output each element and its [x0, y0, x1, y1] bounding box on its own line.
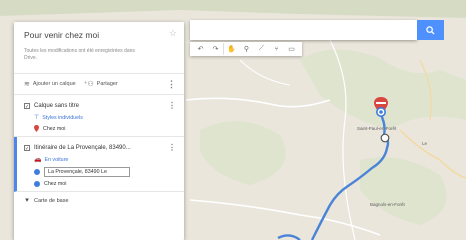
- add-marker-button[interactable]: ⚲: [239, 43, 254, 55]
- red-pin-icon: [34, 125, 39, 132]
- route-menu-icon[interactable]: ⋮: [168, 143, 176, 152]
- undo-button[interactable]: ↶: [193, 43, 208, 55]
- route-checkbox[interactable]: ✓: [24, 144, 30, 152]
- search-box: [190, 20, 417, 41]
- save-status: Toutes les modifications ont été enregis…: [24, 48, 135, 61]
- undo-icon: ↶: [197, 46, 204, 53]
- directions-icon: ⑂: [274, 45, 279, 53]
- search-button[interactable]: [417, 20, 444, 40]
- layer-style-link[interactable]: ⊤ Styles individuels: [34, 114, 176, 122]
- panel-actions: ≋ Ajouter un calque ⁺⚇ Partager ⋮: [14, 74, 184, 95]
- destination-label: Chez moi: [44, 181, 67, 187]
- map-label-saint-paul: Saint-Paul-en-Forêt: [357, 126, 397, 131]
- share-button[interactable]: ⁺⚇ Partager: [84, 80, 118, 88]
- travel-mode-link[interactable]: 🚗 En voiture: [34, 156, 176, 164]
- share-label: Partager: [96, 81, 118, 87]
- add-person-icon: ⁺⚇: [83, 81, 94, 88]
- paint-roller-icon: ⊤: [34, 115, 40, 121]
- place-label: Chez moi: [43, 125, 66, 132]
- route-start-marker-icon[interactable]: [376, 107, 386, 117]
- route-destination-row[interactable]: Chez moi: [34, 181, 176, 187]
- route-origin-row: La Provençale, 83490 Le: [34, 167, 176, 177]
- hand-icon: ✋: [227, 46, 236, 53]
- layer-checkbox[interactable]: ✓: [24, 102, 30, 110]
- add-layer-label: Ajouter un calque: [32, 81, 76, 87]
- search-icon: [426, 25, 435, 35]
- redo-icon: ↷: [212, 46, 219, 53]
- origin-field[interactable]: La Provençale, 83490 Le: [44, 167, 130, 177]
- search-input[interactable]: [190, 22, 402, 41]
- base-map-label: Carte de base: [34, 198, 69, 204]
- car-icon: 🚗: [34, 157, 42, 163]
- place-item[interactable]: Chez moi: [34, 125, 176, 132]
- route-title[interactable]: Itinéraire de La Provençale, 83490...: [34, 145, 131, 151]
- layer-untitled: ✓ Calque sans titre ⋮ ⊤ Styles individue…: [14, 95, 184, 137]
- map-label-le: Le: [422, 141, 428, 146]
- measure-button[interactable]: ▭: [284, 43, 299, 55]
- layer-route: ✓ Itinéraire de La Provençale, 83490... …: [14, 137, 184, 192]
- expand-arrow-icon: ▾: [25, 197, 29, 204]
- draw-line-icon: ⟋: [259, 45, 264, 52]
- panel-menu-icon[interactable]: ⋮: [167, 79, 176, 90]
- map-label-bagnols: Bagnols-en-Forêt: [370, 202, 405, 207]
- redo-button[interactable]: ↷: [208, 43, 223, 55]
- star-icon[interactable]: ☆: [169, 28, 177, 39]
- layer-title[interactable]: Calque sans titre: [34, 103, 79, 109]
- layer-menu-icon[interactable]: ⋮: [168, 101, 176, 110]
- travel-mode-label: En voiture: [44, 156, 69, 163]
- ruler-icon: ▭: [288, 46, 295, 53]
- origin-dot-icon: [34, 169, 40, 175]
- destination-dot-icon: [34, 181, 40, 187]
- map-title[interactable]: Pour venir chez moi: [24, 30, 176, 40]
- base-map-section[interactable]: ▾ Carte de base: [14, 192, 184, 210]
- panel-header: Pour venir chez moi ☆ Toutes les modific…: [14, 22, 184, 74]
- layers-icon: ≋: [24, 81, 30, 88]
- route-waypoint-icon[interactable]: [380, 133, 390, 143]
- pan-tool-button[interactable]: ✋: [223, 43, 239, 55]
- add-layer-button[interactable]: ≋ Ajouter un calque: [24, 80, 76, 88]
- layer-style-label: Styles individuels: [42, 114, 83, 121]
- map-toolbar: ↶ ↷ ✋ ⚲ ⟋ ⑂ ▭: [190, 42, 302, 56]
- directions-button[interactable]: ⑂: [269, 43, 284, 55]
- marker-icon: ⚲: [243, 46, 250, 53]
- draw-line-button[interactable]: ⟋: [254, 43, 269, 55]
- map-legend-panel: Pour venir chez moi ☆ Toutes les modific…: [14, 22, 184, 240]
